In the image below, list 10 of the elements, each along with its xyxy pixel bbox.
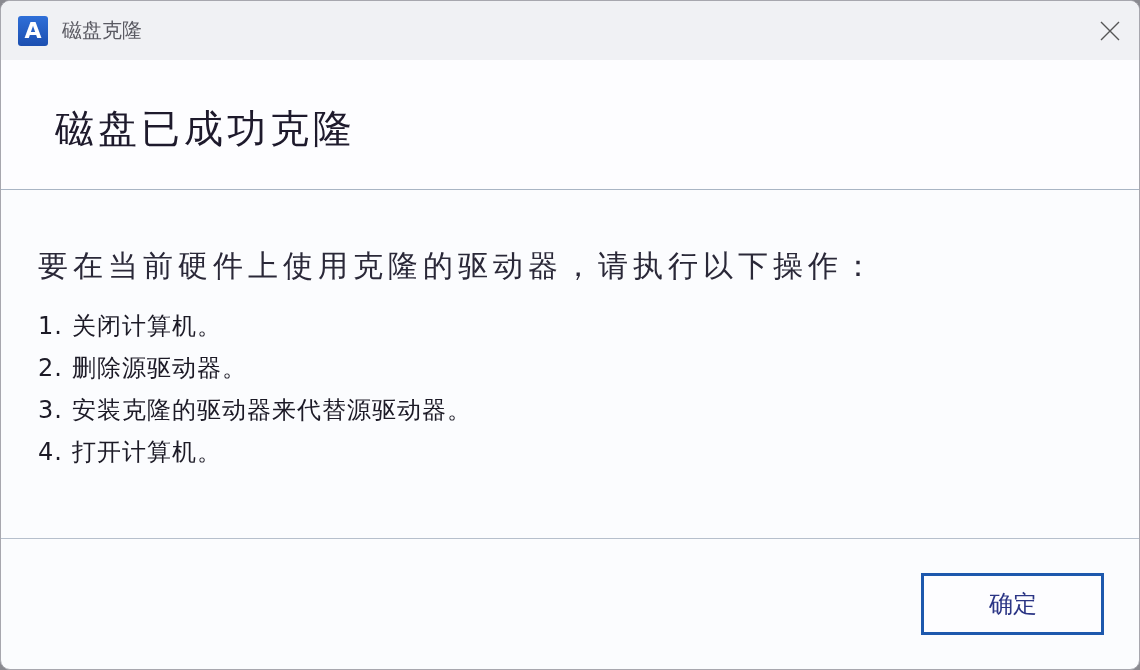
step-text: 3. 安装克隆的驱动器来代替源驱动器。 bbox=[38, 395, 472, 426]
step-text: 4. 打开计算机。 bbox=[38, 437, 222, 468]
dialog-heading: 磁盘已成功克隆 bbox=[55, 104, 356, 153]
instruction-text: 要在当前硬件上使用克隆的驱动器，请执行以下操作： bbox=[38, 247, 879, 285]
ok-button[interactable]: 确定 bbox=[921, 573, 1104, 635]
app-logo: A bbox=[18, 15, 48, 46]
step-text: 1. 关闭计算机。 bbox=[38, 311, 222, 342]
close-icon bbox=[1100, 20, 1120, 41]
step-text: 2. 删除源驱动器。 bbox=[38, 353, 247, 384]
window-title: 磁盘克隆 bbox=[62, 17, 142, 44]
